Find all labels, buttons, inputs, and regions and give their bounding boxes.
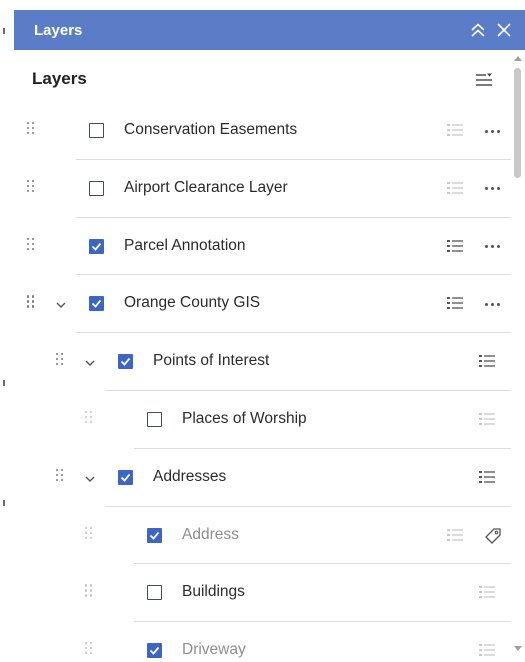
layer-name: Airport Clearance Layer bbox=[124, 178, 288, 196]
layer-name: Driveway bbox=[182, 641, 246, 659]
layer-row[interactable]: Orange County GIS bbox=[14, 275, 511, 334]
layer-row[interactable]: Addresses bbox=[14, 449, 511, 507]
layer-name: Parcel Annotation bbox=[124, 236, 246, 254]
close-icon[interactable] bbox=[491, 10, 517, 50]
drag-handle-icon[interactable] bbox=[27, 179, 37, 196]
layer-row[interactable]: Buildings bbox=[14, 564, 511, 623]
edge-mark bbox=[3, 500, 5, 506]
layer-visibility-checkbox[interactable] bbox=[147, 585, 162, 601]
legend-icon[interactable] bbox=[478, 584, 496, 602]
double-chevron-up-icon[interactable] bbox=[465, 10, 491, 50]
widget-title: Layers bbox=[34, 21, 83, 39]
chevron-down-icon[interactable] bbox=[84, 355, 96, 367]
layer-name: Addresses bbox=[153, 467, 227, 485]
tag-icon[interactable] bbox=[483, 526, 503, 546]
legend-icon[interactable] bbox=[446, 295, 464, 313]
layer-name: Buildings bbox=[182, 583, 245, 601]
layer-visibility-checkbox[interactable] bbox=[89, 123, 104, 138]
layer-row[interactable]: Driveway bbox=[14, 622, 511, 662]
layer-name: Points of Interest bbox=[153, 352, 270, 370]
panel-heading: Layers bbox=[32, 69, 87, 88]
scroll-down-arrow[interactable] bbox=[514, 646, 522, 651]
layer-visibility-checkbox[interactable] bbox=[89, 296, 104, 312]
drag-handle-icon[interactable] bbox=[85, 410, 95, 427]
legend-icon[interactable] bbox=[446, 238, 464, 256]
drag-handle-icon[interactable] bbox=[85, 526, 95, 543]
scrollbar[interactable] bbox=[511, 50, 525, 662]
layer-row[interactable]: Address bbox=[14, 507, 511, 565]
legend-icon[interactable] bbox=[478, 411, 496, 429]
layer-name: Orange County GIS bbox=[124, 294, 261, 312]
legend-icon[interactable] bbox=[478, 469, 496, 487]
layer-row[interactable]: Airport Clearance Layer bbox=[14, 160, 511, 218]
drag-handle-icon[interactable] bbox=[56, 353, 66, 369]
widget-titlebar: Layers bbox=[14, 10, 525, 50]
layer-visibility-checkbox[interactable] bbox=[147, 643, 162, 659]
layer-visibility-checkbox[interactable] bbox=[118, 354, 133, 370]
layer-visibility-checkbox[interactable] bbox=[118, 469, 133, 485]
more-options-icon[interactable] bbox=[481, 180, 503, 198]
layer-row[interactable]: Conservation Easements bbox=[14, 102, 511, 160]
more-options-icon[interactable] bbox=[481, 295, 503, 313]
legend-icon[interactable] bbox=[478, 353, 496, 371]
layer-visibility-checkbox[interactable] bbox=[147, 527, 162, 543]
layer-name: Places of Worship bbox=[182, 409, 307, 427]
layer-row[interactable]: Points of Interest bbox=[14, 333, 511, 391]
layer-name: Address bbox=[182, 525, 239, 543]
chevron-down-icon[interactable] bbox=[84, 471, 96, 482]
legend-icon[interactable] bbox=[446, 527, 464, 545]
scroll-thumb[interactable] bbox=[514, 68, 521, 178]
scroll-up-arrow[interactable] bbox=[514, 56, 522, 61]
layer-list-panel: Layers Conservation Easements Airport Cle… bbox=[14, 50, 525, 662]
layer-visibility-checkbox[interactable] bbox=[89, 238, 104, 254]
legend-icon[interactable] bbox=[446, 122, 464, 140]
more-options-icon[interactable] bbox=[481, 122, 503, 140]
legend-icon[interactable] bbox=[478, 642, 496, 660]
edge-mark bbox=[3, 380, 5, 386]
edge-mark bbox=[3, 28, 5, 34]
panel-header: Layers bbox=[14, 50, 511, 108]
layer-list: Conservation Easements Airport Clearance … bbox=[14, 102, 511, 662]
drag-handle-icon[interactable] bbox=[27, 295, 37, 311]
list-options-icon[interactable] bbox=[469, 64, 499, 94]
chevron-down-icon[interactable] bbox=[55, 297, 67, 309]
drag-handle-icon[interactable] bbox=[27, 237, 37, 254]
drag-handle-icon[interactable] bbox=[85, 584, 95, 600]
more-options-icon[interactable] bbox=[481, 238, 503, 256]
layer-row[interactable]: Parcel Annotation bbox=[14, 218, 511, 276]
drag-handle-icon[interactable] bbox=[56, 468, 66, 485]
layer-visibility-checkbox[interactable] bbox=[147, 411, 162, 427]
layer-visibility-checkbox[interactable] bbox=[89, 180, 104, 196]
drag-handle-icon[interactable] bbox=[27, 122, 37, 138]
layer-row[interactable]: Places of Worship bbox=[14, 391, 511, 449]
background-edge bbox=[0, 0, 14, 662]
legend-icon[interactable] bbox=[446, 180, 464, 198]
drag-handle-icon[interactable] bbox=[85, 642, 95, 658]
layer-name: Conservation Easements bbox=[124, 121, 298, 138]
